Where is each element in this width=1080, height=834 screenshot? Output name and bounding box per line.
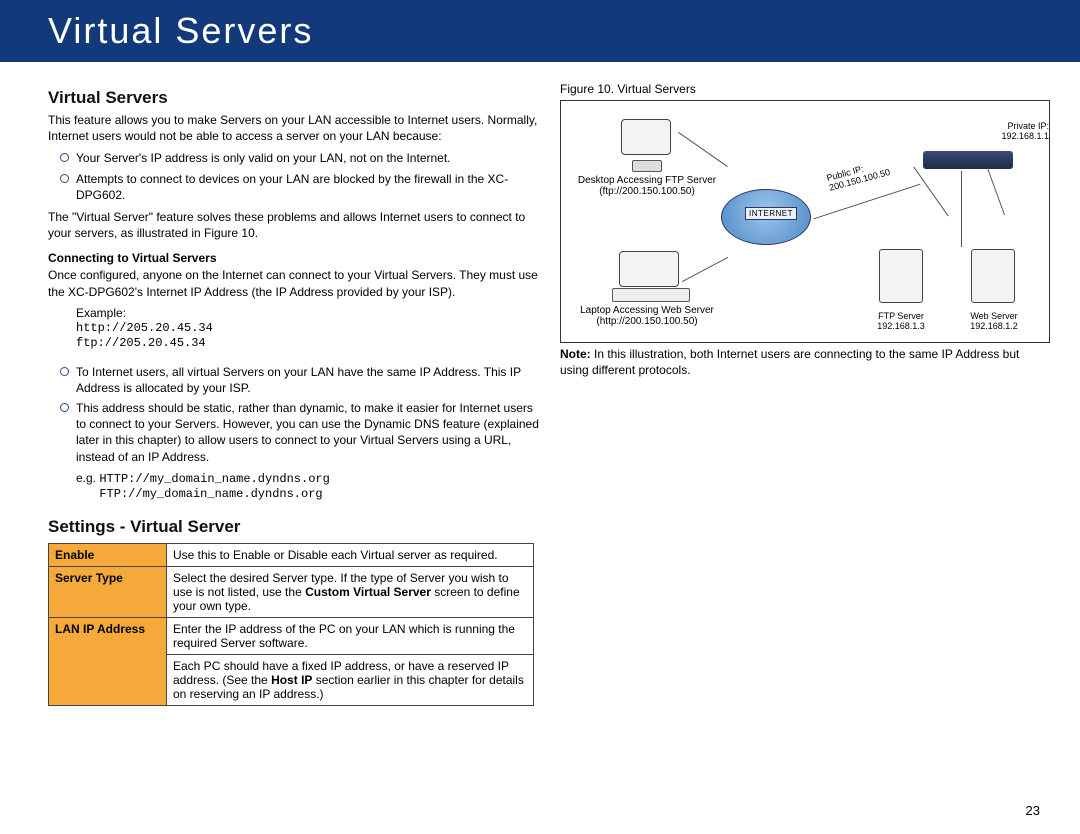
table-row: Enable Use this to Enable or Disable eac… <box>49 543 534 566</box>
setting-value-lan-ip-2: Each PC should have a fixed IP address, … <box>167 654 534 705</box>
connection-line <box>678 132 728 167</box>
example-url-http: http://205.20.45.34 <box>76 321 213 335</box>
web-server-label: Web Server 192.168.1.2 <box>961 311 1027 331</box>
laptop-icon <box>619 251 679 287</box>
right-column: Figure 10. Virtual Servers Desktop Acces… <box>560 82 1050 706</box>
internet-label: INTERNET <box>745 207 797 220</box>
intro-paragraph: This feature allows you to make Servers … <box>48 112 544 144</box>
router-icon <box>923 151 1013 169</box>
ftp-server-label: FTP Server 192.168.1.3 <box>869 311 933 331</box>
laptop-label: Laptop Accessing Web Server (http://200.… <box>567 305 727 327</box>
figure-note: Note: In this illustration, both Interne… <box>560 347 1050 378</box>
setting-value-lan-ip-1: Enter the IP address of the PC on your L… <box>167 617 534 654</box>
solve-paragraph: The "Virtual Server" feature solves thes… <box>48 209 544 241</box>
eg-block: e.g. HTTP://my_domain_name.dyndns.org e.… <box>76 471 544 501</box>
left-column: Virtual Servers This feature allows you … <box>48 82 544 706</box>
private-ip-label: Private IP: 192.168.1.1 <box>993 121 1049 141</box>
header-title: Virtual Servers <box>48 10 313 52</box>
table-row: LAN IP Address Enter the IP address of t… <box>49 617 534 654</box>
figure-10: Desktop Accessing FTP Server (ftp://200.… <box>560 100 1050 343</box>
bullet-item: Your Server's IP address is only valid o… <box>76 150 544 166</box>
setting-value-server-type: Select the desired Server type. If the t… <box>167 566 534 617</box>
settings-table: Enable Use this to Enable or Disable eac… <box>48 543 534 706</box>
example-url-ftp: ftp://205.20.45.34 <box>76 336 206 350</box>
web-server-icon <box>971 249 1015 303</box>
page-body: Virtual Servers This feature allows you … <box>0 62 1080 716</box>
bullet-list-1: Your Server's IP address is only valid o… <box>48 150 544 203</box>
public-ip-label: Public IP: 200.150.100.50 <box>825 157 891 193</box>
eg-http: HTTP://my_domain_name.dyndns.org <box>99 472 329 486</box>
figure-caption: Figure 10. Virtual Servers <box>560 82 1050 96</box>
table-row: Server Type Select the desired Server ty… <box>49 566 534 617</box>
page-header: Virtual Servers <box>0 0 1080 62</box>
connection-line <box>961 171 962 247</box>
connecting-paragraph: Once configured, anyone on the Internet … <box>48 267 544 299</box>
eg-prefix: e.g. <box>76 471 99 485</box>
connection-line <box>987 168 1005 215</box>
connection-line <box>913 167 948 217</box>
page-number: 23 <box>1026 803 1040 818</box>
eg-ftp: FTP://my_domain_name.dyndns.org <box>99 487 322 501</box>
setting-label-lan-ip: LAN IP Address <box>49 617 167 705</box>
bullet-list-2: To Internet users, all virtual Servers o… <box>48 364 544 465</box>
setting-label-enable: Enable <box>49 543 167 566</box>
setting-value-enable: Use this to Enable or Disable each Virtu… <box>167 543 534 566</box>
bullet-item: Attempts to connect to devices on your L… <box>76 171 544 203</box>
setting-label-server-type: Server Type <box>49 566 167 617</box>
bullet-item: To Internet users, all virtual Servers o… <box>76 364 544 396</box>
example-block: Example: http://205.20.45.34 ftp://205.2… <box>76 306 544 350</box>
example-label: Example: <box>76 306 126 320</box>
subheading-connecting: Connecting to Virtual Servers <box>48 251 544 265</box>
desktop-icon <box>621 119 671 155</box>
desktop-label: Desktop Accessing FTP Server (ftp://200.… <box>567 175 727 197</box>
bullet-item: This address should be static, rather th… <box>76 400 544 465</box>
ftp-server-icon <box>879 249 923 303</box>
section-heading-virtual-servers: Virtual Servers <box>48 88 544 108</box>
section-heading-settings: Settings - Virtual Server <box>48 517 544 537</box>
connection-line <box>682 257 728 282</box>
